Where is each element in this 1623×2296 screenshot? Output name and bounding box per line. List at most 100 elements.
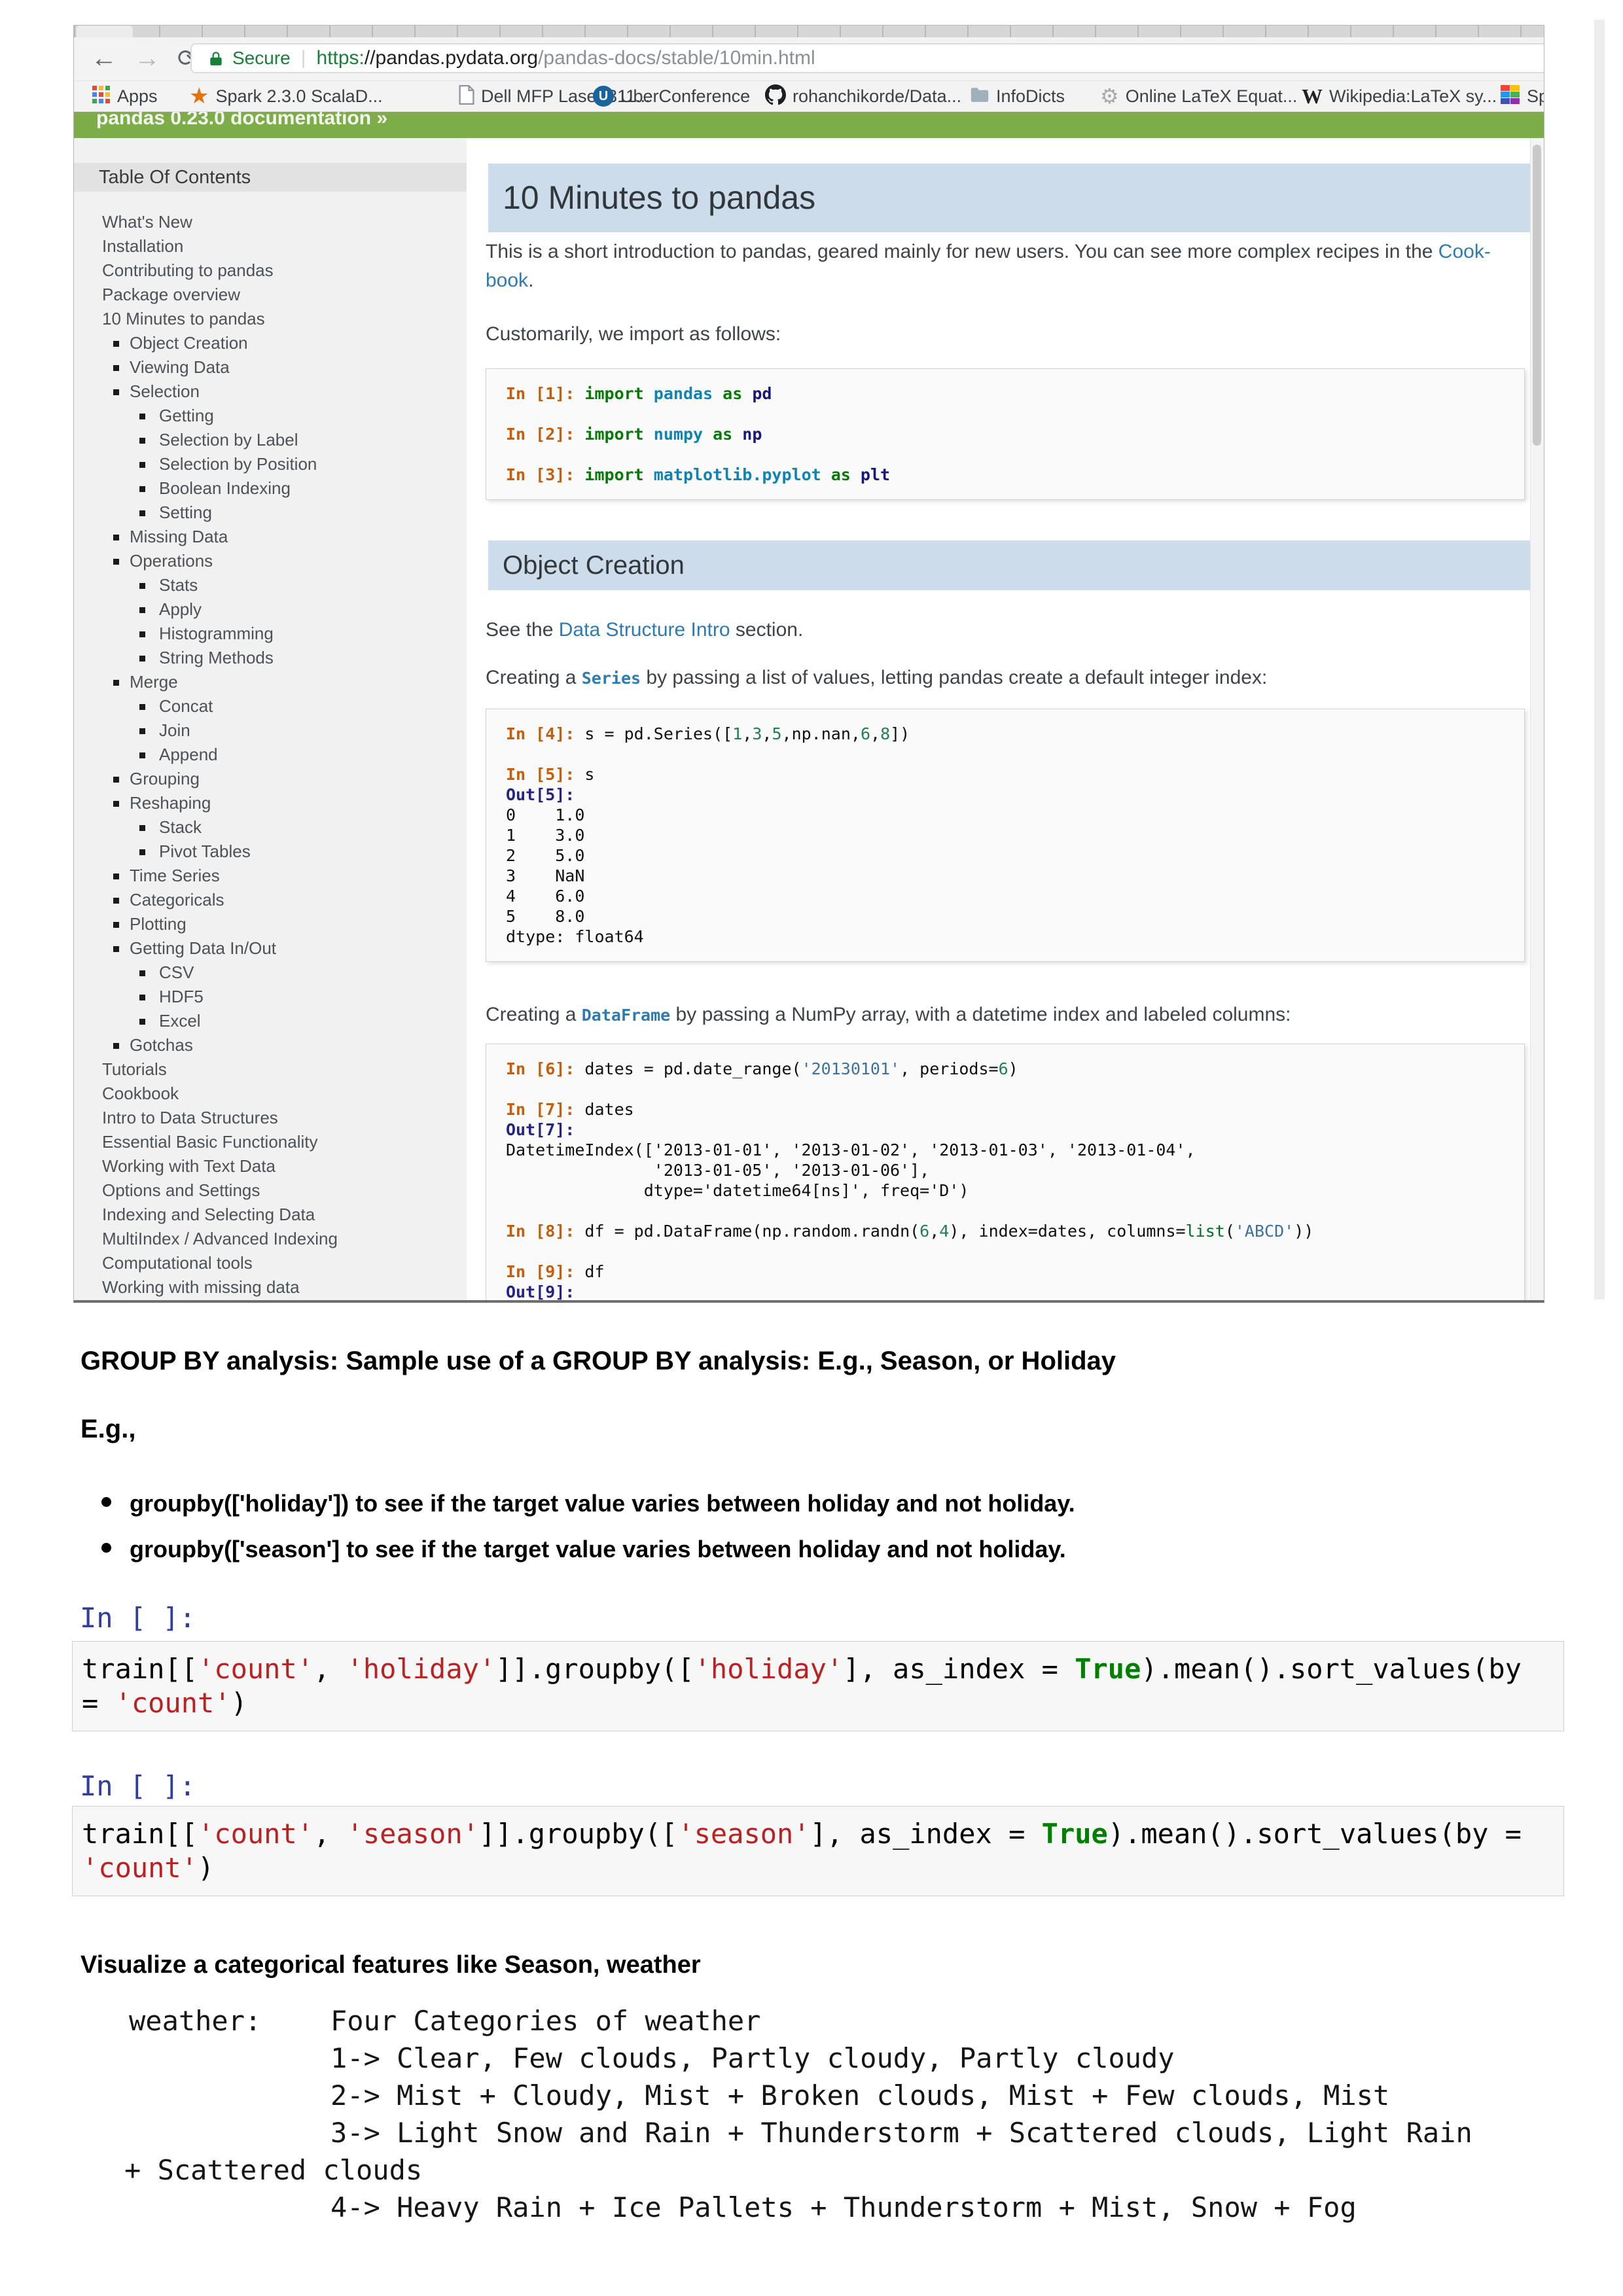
toc-item[interactable]: MultiIndex / Advanced Indexing [74,1227,467,1251]
active-tab[interactable] [77,26,133,37]
toc-item[interactable]: Excel [74,1009,467,1033]
toc-item[interactable]: Getting [74,404,467,428]
code-line: dtype='datetime64[ns]', freq='D') [506,1180,1524,1201]
toc-item[interactable]: Stack [74,815,467,839]
toc-item[interactable]: Time Series [74,864,467,888]
toc-item[interactable]: Selection [74,380,467,404]
toc-item-label: Indexing and Selecting Data [102,1205,315,1224]
toc-item[interactable]: Operations [74,549,467,573]
notebook-code-cell-holiday[interactable]: train[['count', 'holiday']].groupby(['ho… [72,1641,1564,1731]
background-strip [1594,20,1605,1299]
toc-item[interactable]: Plotting [74,912,467,936]
toc-item-label: Join [159,720,190,740]
toc-item[interactable]: Boolean Indexing [74,476,467,501]
toc-item[interactable]: Apply [74,597,467,622]
toc-item[interactable]: String Methods [74,646,467,670]
back-button[interactable]: ← [91,40,117,77]
bookmark-github[interactable]: rohanchikorde/Data... [765,81,961,111]
bullet-square-icon [139,656,145,662]
bullet-square-icon [113,922,119,928]
toc-item[interactable]: Intro to Data Structures [74,1106,467,1130]
code-line: dtype: float64 [506,927,1524,947]
toc-item-label: Boolean Indexing [159,478,291,498]
bookmark-infodicts[interactable]: InfoDicts [970,81,1065,111]
dataframe-code-link[interactable]: DataFrame [582,1006,670,1025]
toc-item[interactable]: Missing Data [74,525,467,549]
toc-item[interactable]: Working with Text Data [74,1154,467,1178]
url-bar[interactable]: Secure | https://pandas.pydata.org/panda… [190,43,1544,73]
browser-window: ← → ⟳ Secure | https://pandas.pydata.org… [73,25,1544,1303]
intro-tail: . [528,270,533,291]
toc-item[interactable]: Options and Settings [74,1178,467,1203]
toc-item[interactable]: Selection by Label [74,428,467,452]
toc-item[interactable]: Tutorials [74,1057,467,1082]
code-line: train[['count', 'holiday']].groupby(['ho… [82,1652,1563,1686]
toc-item[interactable]: Grouping [74,767,467,791]
bullet-square-icon [113,341,119,347]
toc-item-label: Plotting [130,914,187,934]
notebook-input-prompt: In [ ]: [80,1770,196,1802]
toc-item[interactable]: Merge [74,670,467,694]
apps-grid-icon [92,86,111,107]
toc-item[interactable]: Reshaping [74,791,467,815]
toc-item[interactable]: Append [74,743,467,767]
cookbook-link[interactable]: Cook- [1438,241,1491,262]
data-structure-intro-link[interactable]: Data Structure Intro [559,619,730,641]
toc-item[interactable]: Setting [74,501,467,525]
toc-item[interactable]: Categoricals [74,888,467,912]
toc-item[interactable]: What's New [74,210,467,234]
bookmark-latex-equation[interactable]: ⚙ Online LaTeX Equat... [1100,81,1297,111]
toc-item[interactable]: Gotchas [74,1033,467,1057]
toc-item[interactable]: Concat [74,694,467,718]
toc-item[interactable]: Essential Basic Functionality [74,1130,467,1154]
toc-item[interactable]: Pivot Tables [74,839,467,864]
toc-item[interactable]: Stats [74,573,467,597]
toc-item[interactable]: Cookbook [74,1082,467,1106]
cookbook-link[interactable]: book [486,270,528,291]
scrollbar[interactable] [1530,138,1544,1300]
series-code-link[interactable]: Series [582,669,641,688]
toc-item[interactable]: HDF5 [74,985,467,1009]
toc-item[interactable]: Indexing and Selecting Data [74,1203,467,1227]
bookmark-apps[interactable]: Apps [92,81,158,111]
colorgrid-icon [1501,85,1520,108]
star-icon: ★ [189,85,209,107]
site-header-bar[interactable]: pandas 0.23.0 documentation » [74,112,1544,138]
toc-item[interactable]: Package overview [74,283,467,307]
visualize-heading: Visualize a categorical features like Se… [80,1951,701,1979]
toc-item[interactable]: Viewing Data [74,355,467,380]
bullet-square-icon [139,704,145,710]
toc-item[interactable]: 10 Minutes to pandas [74,307,467,331]
toc-item[interactable]: Installation [74,234,467,258]
toc-item[interactable]: Object Creation [74,331,467,355]
bookmark-uberconference[interactable]: U UberConference [593,81,750,111]
notebook-code-cell-season[interactable]: train[['count', 'season']].groupby(['sea… [72,1806,1564,1896]
toc-item-label: Getting [159,406,214,425]
toc-item-label: Viewing Data [130,357,230,377]
toc-item[interactable]: Getting Data In/Out [74,936,467,961]
forward-button[interactable]: → [134,40,160,77]
toc-item[interactable]: Contributing to pandas [74,258,467,283]
browser-toolbar: ← → ⟳ Secure | https://pandas.pydata.org… [74,37,1544,80]
groupby-heading: GROUP BY analysis: Sample use of a GROUP… [80,1347,1116,1376]
scrollbar-thumb[interactable] [1533,145,1541,446]
toc-item[interactable]: Join [74,718,467,743]
bookmark-spark[interactable]: ★ Spark 2.3.0 ScalaD... [189,81,383,111]
toc-item[interactable]: Selection by Position [74,452,467,476]
bookmark-label: rohanchikorde/Data... [793,86,961,107]
toc-item[interactable]: Histogramming [74,622,467,646]
toc-item[interactable]: Computational tools [74,1251,467,1275]
document-icon [459,85,474,108]
code-line [506,1241,1524,1262]
toc-item[interactable]: CSV [74,961,467,985]
code-line [506,1201,1524,1221]
code-block-imports: In [1]: import pandas as pd In [2]: impo… [486,368,1525,500]
bookmark-wikipedia[interactable]: W Wikipedia:LaTeX sy... [1302,81,1497,111]
toc-item[interactable]: Working with missing data [74,1275,467,1299]
bookmark-colorgrid[interactable]: Sp [1501,81,1544,111]
browser-tab-strip[interactable] [74,26,1544,38]
intro-text: This is a short introduction to pandas, … [486,241,1438,262]
code-line [506,744,1524,764]
toc-item-label: CSV [159,963,194,982]
toc-item-label: Contributing to pandas [102,260,274,280]
